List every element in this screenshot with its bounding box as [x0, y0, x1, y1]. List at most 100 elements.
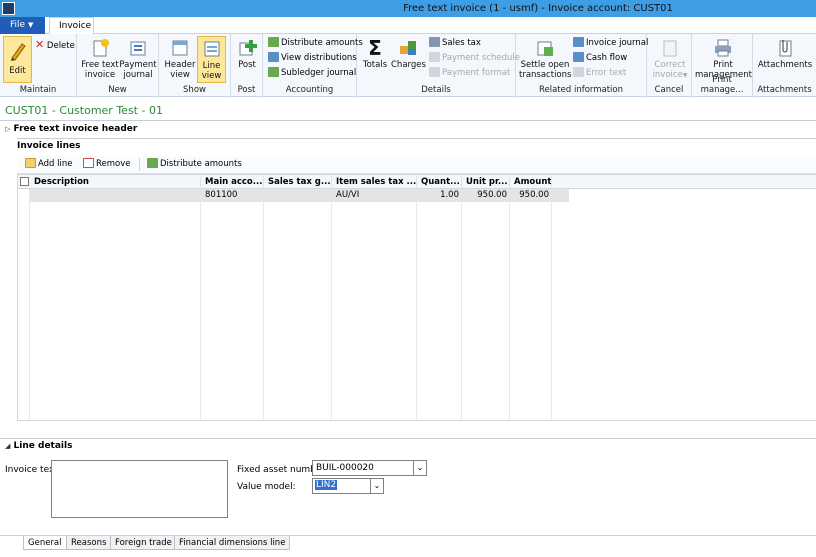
select-all-checkbox[interactable] — [20, 177, 29, 186]
payment-journal-button[interactable]: Payment journal — [119, 38, 157, 80]
col-sales-tax-group[interactable]: Sales tax g... — [264, 175, 332, 189]
paperclip-icon — [775, 38, 795, 58]
tab-general[interactable]: General — [23, 536, 67, 550]
payment-format-button[interactable]: Payment format — [429, 67, 510, 81]
col-amount[interactable]: Amount — [510, 175, 552, 189]
edit-button[interactable]: Edit — [3, 36, 32, 83]
cell-amount[interactable]: 950.00 — [510, 190, 549, 200]
correct-invoice-button[interactable]: Correct invoice▼ — [650, 38, 690, 81]
remove-label: Remove — [96, 159, 131, 169]
tab-foreign-trade[interactable]: Foreign trade — [110, 536, 177, 550]
chevron-down-icon[interactable]: ⌄ — [413, 461, 426, 475]
header-view-label-2: view — [170, 70, 190, 80]
add-line-button[interactable]: Add line — [25, 158, 73, 172]
line-details-toggle[interactable]: ◢ Line details — [5, 441, 72, 451]
line-view-label-2: view — [201, 71, 222, 81]
remove-button[interactable]: Remove — [83, 158, 131, 172]
cell-main-account[interactable]: 801100 — [205, 190, 237, 200]
error-text-button[interactable]: Error text — [573, 67, 626, 81]
settle-open-transactions-button[interactable]: Settle open transactions — [519, 38, 571, 80]
toolbar-separator — [139, 158, 140, 171]
grid-column-line — [332, 189, 417, 420]
view-distributions-button[interactable]: View distributions — [268, 52, 357, 66]
settle-label-1: Settle open — [520, 60, 570, 70]
sigma-icon: Σ — [368, 36, 382, 60]
fixed-asset-number-value: BUIL-000020 — [316, 463, 374, 473]
invoice-journal-label: Invoice journal — [586, 38, 649, 48]
chevron-down-icon: ▼ — [682, 72, 688, 79]
charges-button[interactable]: Charges — [391, 38, 426, 70]
free-text-invoice-button[interactable]: Free text invoice — [81, 38, 119, 80]
distribute-amounts-line-button[interactable]: Distribute amounts — [147, 158, 242, 172]
group-maintain: Edit ✕ Delete Maintain — [0, 34, 77, 97]
subledger-icon — [268, 67, 279, 77]
fixed-asset-number-field[interactable]: BUIL-000020 ⌄ — [312, 460, 427, 476]
col-description[interactable]: Description — [30, 175, 201, 189]
sales-tax-icon — [429, 37, 440, 47]
cash-flow-button[interactable]: Cash flow — [573, 52, 627, 66]
line-view-label-1: Line — [202, 61, 221, 71]
error-text-label: Error text — [586, 68, 627, 78]
delete-button[interactable]: ✕ Delete — [35, 38, 75, 52]
col-unit-price[interactable]: Unit pr... — [462, 175, 510, 189]
divider — [0, 438, 816, 439]
post-icon — [237, 38, 257, 58]
pencil-icon — [8, 40, 28, 61]
totals-button[interactable]: Σ Totals — [361, 38, 389, 70]
header-view-button[interactable]: Header view — [164, 38, 196, 80]
cell-unit-price[interactable]: 950.00 — [462, 190, 507, 200]
tab-reasons[interactable]: Reasons — [66, 536, 112, 550]
payment-journal-label-2: journal — [123, 70, 153, 80]
cell-item-sales-tax[interactable]: AU/VI — [336, 190, 359, 200]
attachments-button[interactable]: Attachments — [757, 38, 813, 70]
grid-column-line — [417, 189, 462, 420]
settle-label-2: transactions — [519, 70, 572, 80]
header-section-toggle[interactable]: ▷ Free text invoice header — [5, 124, 137, 134]
invoice-tab[interactable]: Invoice — [49, 17, 94, 35]
group-label-cancel: Cancel — [654, 85, 684, 95]
file-tab-label: File — [10, 20, 26, 30]
group-attachments: Attachments Attachments — [753, 34, 816, 97]
invoice-text-field[interactable] — [51, 460, 228, 518]
header-section-title: Free text invoice header — [13, 124, 138, 134]
value-model-field[interactable]: LIN2 ⌄ — [312, 478, 384, 494]
payment-schedule-button[interactable]: Payment schedule — [429, 52, 520, 66]
distribute-amounts-button[interactable]: Distribute amounts — [268, 37, 363, 51]
chevron-down-icon: ▼ — [27, 21, 34, 29]
table-row[interactable]: 801100 AU/VI 1.00 950.00 950.00 — [30, 189, 569, 202]
payment-schedule-label: Payment schedule — [442, 53, 521, 63]
cell-quantity[interactable]: 1.00 — [417, 190, 459, 200]
sales-tax-button[interactable]: Sales tax — [429, 37, 481, 51]
invoice-lines-grid: Description Main acco... Sales tax g... … — [17, 174, 816, 421]
charges-icon — [398, 38, 418, 58]
group-label-accounting: Accounting — [285, 85, 334, 95]
view-distributions-label: View distributions — [281, 53, 357, 63]
tab-financial-dimensions-line[interactable]: Financial dimensions line — [174, 536, 291, 550]
file-tab[interactable]: File ▼ — [0, 17, 45, 34]
grid-column-line — [18, 189, 30, 420]
subledger-journal-button[interactable]: Subledger journal — [268, 67, 356, 81]
group-cancel: Correct invoice▼ Cancel — [647, 34, 692, 97]
free-text-invoice-label-1: Free text — [81, 60, 119, 70]
col-quantity[interactable]: Quant... — [417, 175, 462, 189]
col-main-account[interactable]: Main acco... — [201, 175, 264, 189]
col-item-sales-tax[interactable]: Item sales tax ... — [332, 175, 417, 189]
post-button[interactable]: Post — [233, 38, 261, 70]
add-line-label: Add line — [38, 159, 73, 169]
ribbon-tab-bar — [0, 17, 816, 34]
totals-label: Totals — [362, 60, 388, 70]
chevron-down-icon[interactable]: ⌄ — [370, 479, 383, 493]
attachments-label: Attachments — [757, 60, 813, 70]
view-distributions-icon — [268, 52, 279, 62]
invoice-journal-button[interactable]: Invoice journal — [573, 37, 648, 51]
correct-invoice-label-1: Correct — [654, 60, 686, 70]
group-label-new: New — [108, 85, 127, 95]
payment-journal-icon — [128, 38, 148, 58]
group-details: Σ Totals Charges Sales tax Payment sched… — [357, 34, 520, 97]
print-management-button[interactable]: Print management — [695, 38, 752, 80]
divider — [0, 120, 816, 121]
group-new: Free text invoice Payment journal New — [77, 34, 159, 97]
line-view-button[interactable]: Line view — [197, 36, 226, 83]
payment-format-label: Payment format — [442, 68, 511, 78]
group-post: Post Post — [231, 34, 263, 97]
